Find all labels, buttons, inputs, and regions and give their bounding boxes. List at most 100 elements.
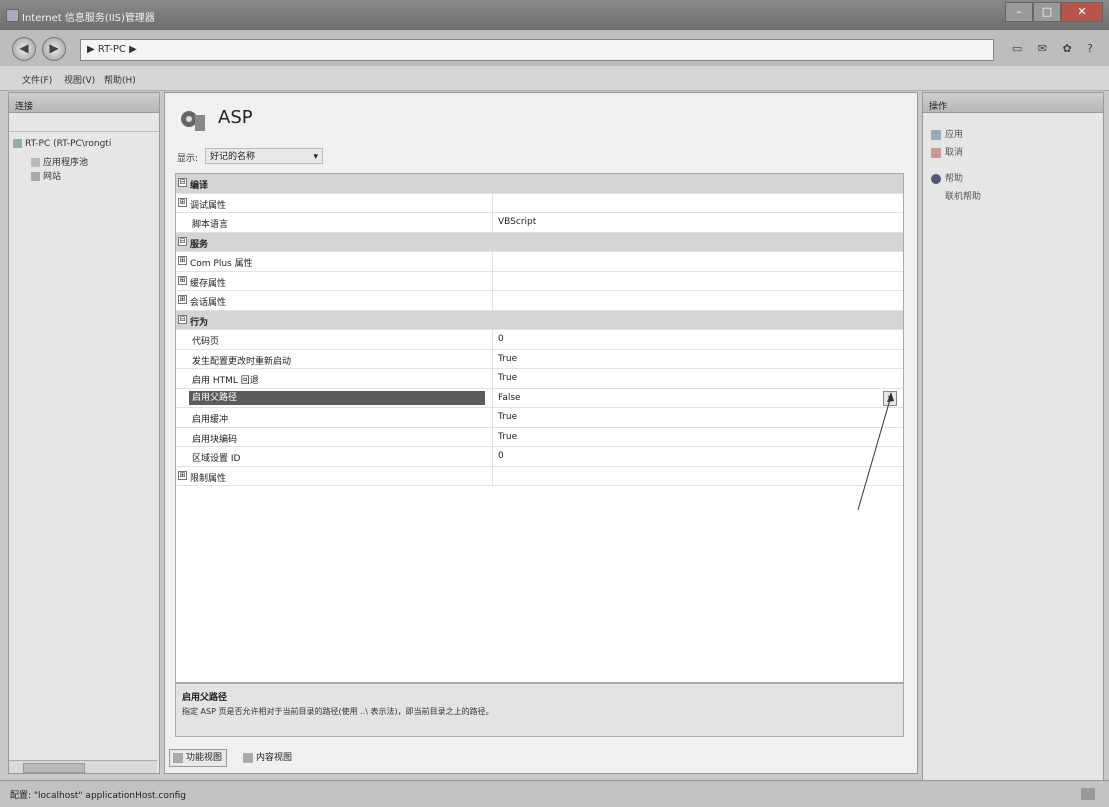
action-apply-label: 应用 bbox=[945, 130, 964, 140]
apply-icon bbox=[931, 129, 941, 140]
breadcrumb[interactable]: ▶ RT-PC ▶ bbox=[87, 44, 137, 55]
features-view-icon bbox=[173, 753, 183, 763]
grid-row[interactable]: ⊞ 限制属性 bbox=[176, 466, 903, 486]
grid-section[interactable]: ⊟ 行为 bbox=[176, 310, 903, 330]
collapse-icon[interactable]: ⊟ bbox=[178, 236, 187, 246]
property-value[interactable]: 0 bbox=[498, 334, 504, 344]
property-name: 启用父路径 bbox=[189, 390, 485, 405]
property-grid: ⊟ 编译 ⊞ 调试属性 脚本语言 VBScript ⊟ 服务 ⊞ Com Plus 属性 ⊞ 缓存属性… bbox=[175, 173, 904, 683]
property-name: 代码页 bbox=[192, 337, 220, 347]
grid-row[interactable]: 发生配置更改时重新启动 True bbox=[176, 349, 903, 369]
collapse-icon[interactable]: ⊟ bbox=[178, 314, 187, 324]
grid-section[interactable]: ⊟ 服务 bbox=[176, 232, 903, 252]
action-online-help[interactable]: 联机帮助 bbox=[945, 189, 981, 202]
expand-icon[interactable]: ⊞ bbox=[178, 295, 187, 304]
back-button[interactable]: ◀ bbox=[12, 37, 36, 61]
show-label: 显示: bbox=[177, 154, 199, 164]
address-box[interactable]: ▶ RT-PC ▶ bbox=[80, 39, 994, 61]
expand-icon[interactable]: ⊞ bbox=[178, 256, 187, 265]
tree-item-server-label: RT-PC (RT-PC\rongti bbox=[25, 139, 112, 149]
feature-pane: ASP 显示: 好记的名称 ▾ ⊟ 编译 ⊞ 调试属性 脚本语言 VBScript ⊟ 服务 ⊞… bbox=[164, 92, 918, 774]
status-bar: 配置: "localhost" applicationHost.config bbox=[0, 780, 1109, 807]
action-help-label: 帮助 bbox=[945, 174, 964, 184]
maximize-button[interactable]: □ bbox=[1033, 2, 1061, 22]
grid-row[interactable]: 脚本语言 VBScript bbox=[176, 213, 903, 233]
grid-row[interactable]: ⊞ Com Plus 属性 bbox=[176, 252, 903, 272]
forward-button[interactable]: ▶ bbox=[42, 37, 66, 61]
property-value[interactable]: 0 bbox=[498, 451, 504, 461]
expand-icon[interactable]: ⊞ bbox=[178, 197, 187, 207]
expand-icon[interactable]: ⊞ bbox=[178, 470, 187, 480]
grid-row[interactable]: 启用 HTML 回退 True bbox=[176, 369, 903, 389]
property-value[interactable]: True bbox=[498, 412, 517, 422]
scrollbar-thumb[interactable] bbox=[23, 763, 85, 773]
menu-file[interactable]: 文件(F) bbox=[22, 73, 52, 86]
action-help[interactable]: 帮助 bbox=[931, 171, 963, 184]
grid-row[interactable]: 启用父路径 False ▾ bbox=[176, 388, 903, 408]
network-icon bbox=[1081, 788, 1095, 800]
property-value[interactable]: True bbox=[498, 354, 517, 364]
property-name: 缓存属性 bbox=[190, 278, 227, 289]
action-cancel[interactable]: 取消 bbox=[931, 145, 963, 158]
column-divider bbox=[492, 291, 493, 310]
content-view-icon bbox=[243, 753, 253, 763]
property-name: 发生配置更改时重新启动 bbox=[192, 356, 292, 367]
menu-view[interactable]: 视图(V) bbox=[64, 73, 95, 86]
tab-content-view[interactable]: 内容视图 bbox=[239, 749, 297, 767]
collapse-icon[interactable]: ⊟ bbox=[178, 178, 187, 187]
connections-pane: 连接 RT-PC (RT-PC\rongti 应用程序池 网站 bbox=[8, 92, 160, 774]
column-divider bbox=[492, 193, 493, 212]
property-name: 启用 HTML 回退 bbox=[192, 376, 259, 386]
column-divider bbox=[492, 252, 493, 271]
actions-header: 操作 bbox=[923, 93, 1103, 113]
action-cancel-label: 取消 bbox=[945, 148, 964, 158]
expand-icon[interactable]: ⊞ bbox=[178, 275, 187, 285]
column-divider bbox=[492, 427, 493, 446]
toolbar-icons[interactable]: ▭ ✉ ✿ ? bbox=[1012, 42, 1099, 55]
window-controls: – □ ✕ bbox=[1005, 2, 1103, 22]
property-name: 会话属性 bbox=[190, 298, 227, 308]
show-dropdown[interactable]: 好记的名称 ▾ bbox=[205, 148, 323, 164]
property-name: 调试属性 bbox=[190, 200, 227, 211]
grid-row[interactable]: ⊞ 缓存属性 bbox=[176, 271, 903, 291]
grid-row[interactable]: 代码页 0 bbox=[176, 330, 903, 350]
grid-section[interactable]: ⊟ 编译 bbox=[176, 174, 903, 194]
horizontal-scrollbar[interactable] bbox=[9, 760, 157, 773]
grid-row[interactable]: ⊞ 调试属性 bbox=[176, 193, 903, 213]
column-divider bbox=[492, 271, 493, 290]
window-title: Internet 信息服务(IIS)管理器 bbox=[22, 13, 155, 24]
property-value[interactable]: True bbox=[498, 432, 517, 442]
minimize-button[interactable]: – bbox=[1005, 2, 1033, 22]
show-dropdown-value: 好记的名称 bbox=[210, 152, 256, 162]
property-value[interactable]: False bbox=[498, 393, 521, 403]
actions-pane: 操作 应用 取消 帮助 联机帮助 bbox=[922, 92, 1104, 782]
property-name: 启用缓冲 bbox=[192, 415, 229, 425]
property-value[interactable]: VBScript bbox=[498, 217, 536, 227]
tree-item-app-pools-label: 应用程序池 bbox=[43, 158, 89, 168]
menu-help[interactable]: 帮助(H) bbox=[104, 73, 136, 86]
iis-manager-window: Internet 信息服务(IIS)管理器 – □ ✕ ◀ ▶ ▶ RT-PC … bbox=[0, 0, 1109, 807]
property-value[interactable]: True bbox=[498, 373, 517, 383]
server-icon bbox=[13, 139, 22, 148]
property-name: Com Plus 属性 bbox=[190, 259, 253, 269]
tree-item-server[interactable]: RT-PC (RT-PC\rongti bbox=[13, 139, 111, 149]
tree-item-app-pools[interactable]: 应用程序池 bbox=[31, 155, 88, 168]
chevron-down-icon: ▾ bbox=[313, 152, 318, 162]
column-divider bbox=[492, 447, 493, 466]
grid-row[interactable]: ⊞ 会话属性 bbox=[176, 291, 903, 311]
property-name: 服务 bbox=[190, 239, 209, 250]
value-dropdown-button[interactable]: ▾ bbox=[883, 390, 897, 406]
grid-row[interactable]: 区域设置 ID 0 bbox=[176, 447, 903, 467]
tab-features-view[interactable]: 功能视图 bbox=[169, 749, 228, 767]
action-apply[interactable]: 应用 bbox=[931, 127, 963, 140]
title-bar: Internet 信息服务(IIS)管理器 – □ ✕ bbox=[0, 0, 1109, 30]
status-text: 配置: "localhost" applicationHost.config bbox=[10, 791, 186, 801]
tree-item-sites[interactable]: 网站 bbox=[31, 169, 61, 182]
connections-toolbar bbox=[9, 113, 159, 132]
column-divider bbox=[492, 213, 493, 232]
column-divider bbox=[492, 369, 493, 388]
grid-row[interactable]: 启用缓冲 True bbox=[176, 408, 903, 428]
grid-row[interactable]: 启用块编码 True bbox=[176, 427, 903, 447]
sites-icon bbox=[31, 172, 40, 181]
close-button[interactable]: ✕ bbox=[1061, 2, 1103, 22]
